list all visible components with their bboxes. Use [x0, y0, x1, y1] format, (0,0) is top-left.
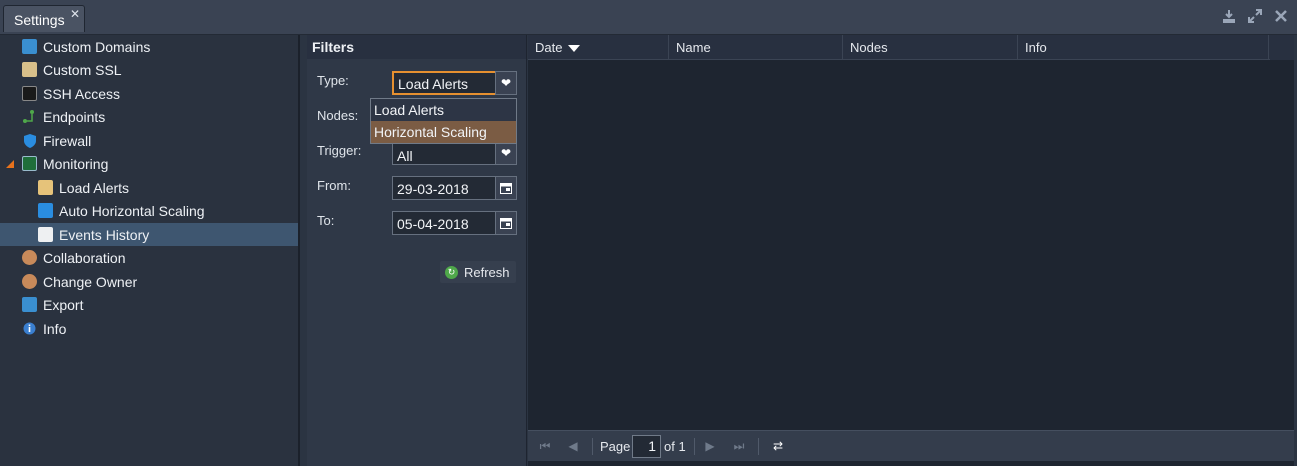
collapse-arrow-icon[interactable] [6, 160, 14, 168]
sidebar-item-change-owner[interactable]: Change Owner [0, 270, 298, 293]
chevron-down-icon[interactable]: ❤ [495, 141, 517, 165]
sidebar-item-label: Info [43, 320, 67, 337]
sidebar-item-label: Load Alerts [59, 179, 130, 196]
sidebar-item-monitoring[interactable]: Monitoring [0, 152, 298, 175]
type-dropdown-list: Load Alerts Horizontal Scaling [370, 98, 517, 144]
sidebar-item-label: Events History [59, 226, 150, 243]
filters-title: Filters [307, 35, 526, 59]
column-header-info[interactable]: Info [1018, 35, 1269, 60]
ssl-icon [22, 62, 37, 77]
column-header-nodes[interactable]: Nodes [843, 35, 1018, 60]
refresh-button[interactable]: ↻ Refresh [440, 261, 516, 283]
previous-page-icon[interactable]: ◀ [565, 438, 581, 454]
reload-icon[interactable]: ⇄ [770, 438, 786, 454]
endpoints-icon [22, 109, 37, 124]
settings-sidebar: Custom Domains Custom SSL SSH Access End… [0, 35, 300, 466]
dropdown-option-horizontal-scaling[interactable]: Horizontal Scaling [371, 121, 516, 143]
change-owner-icon [22, 274, 37, 289]
sidebar-item-label: Monitoring [43, 155, 109, 172]
info-icon [22, 321, 37, 336]
trigger-label: Trigger: [317, 143, 362, 158]
trigger-select[interactable]: All ❤ [392, 141, 517, 165]
scaling-icon [38, 203, 53, 218]
sidebar-item-custom-ssl[interactable]: Custom SSL [0, 58, 298, 81]
expand-icon[interactable] [1247, 9, 1263, 25]
page-label: Page [600, 439, 631, 454]
users-icon [22, 250, 37, 265]
document-icon [38, 227, 53, 242]
column-header-date[interactable]: Date [528, 35, 669, 60]
sidebar-item-label: Export [43, 296, 84, 313]
sidebar-item-label: Collaboration [43, 249, 126, 266]
sidebar-item-auto-horizontal-scaling[interactable]: Auto Horizontal Scaling [0, 199, 298, 222]
column-label: Nodes [850, 40, 888, 55]
sidebar-item-label: Auto Horizontal Scaling [59, 202, 205, 219]
sidebar-item-label: Change Owner [43, 273, 138, 290]
from-date-field[interactable]: 29-03-2018 [392, 176, 517, 200]
monitoring-icon [22, 156, 37, 171]
last-page-icon[interactable]: ⏭ [731, 438, 747, 454]
domains-icon [22, 39, 37, 54]
paging-toolbar: ⏮ ◀ Page 1 of 1 ▶ ⏭ ⇄ [528, 430, 1294, 461]
events-grid: Date Name Nodes Info ⏮ ◀ Page 1 of 1 ▶ ⏭… [528, 35, 1294, 466]
column-label: Date [535, 40, 563, 55]
sort-desc-icon [568, 45, 581, 53]
window-controls [1221, 9, 1289, 25]
grid-header: Date Name Nodes Info [528, 35, 1294, 60]
next-page-icon[interactable]: ▶ [702, 438, 718, 454]
from-label: From: [317, 178, 351, 193]
tab-settings[interactable]: Settings ✕ [3, 5, 85, 32]
sidebar-item-label: Endpoints [43, 108, 106, 125]
sidebar-item-ssh-access[interactable]: SSH Access [0, 82, 298, 105]
from-date-value: 29-03-2018 [397, 181, 469, 197]
calendar-icon[interactable] [495, 176, 517, 200]
to-label: To: [317, 213, 335, 228]
column-header-name[interactable]: Name [669, 35, 843, 60]
trigger-select-value: All [397, 148, 413, 164]
refresh-button-label: Refresh [464, 264, 510, 280]
type-select[interactable]: Load Alerts ❤ [392, 71, 517, 95]
dropdown-option-load-alerts[interactable]: Load Alerts [371, 99, 516, 121]
export-icon [22, 297, 37, 312]
terminal-icon [22, 86, 37, 101]
sidebar-item-export[interactable]: Export [0, 293, 298, 316]
title-bar: Settings ✕ [0, 0, 1297, 35]
column-label: Info [1025, 40, 1047, 55]
sidebar-item-label: Custom SSL [43, 61, 122, 78]
page-number-input[interactable]: 1 [632, 435, 661, 458]
chevron-down-icon[interactable]: ❤ [495, 71, 517, 95]
tab-close-icon[interactable]: ✕ [70, 7, 80, 21]
sidebar-item-label: Custom Domains [43, 38, 151, 55]
sidebar-item-endpoints[interactable]: Endpoints [0, 105, 298, 128]
sidebar-item-events-history[interactable]: Events History [0, 223, 298, 246]
type-select-value: Load Alerts [398, 76, 469, 92]
to-date-field[interactable]: 05-04-2018 [392, 211, 517, 235]
refresh-icon: ↻ [445, 265, 458, 279]
sidebar-item-firewall[interactable]: Firewall [0, 129, 298, 152]
pager-divider [592, 438, 593, 455]
column-label: Name [676, 40, 711, 55]
pager-divider [694, 438, 695, 455]
type-label: Type: [317, 73, 349, 88]
sidebar-item-load-alerts[interactable]: Load Alerts [0, 176, 298, 199]
to-date-value: 05-04-2018 [397, 216, 469, 232]
pager-divider [758, 438, 759, 455]
shield-icon [22, 133, 37, 148]
mail-alert-icon [38, 180, 53, 195]
page-count: of 1 [664, 439, 686, 454]
nodes-label: Nodes: [317, 108, 359, 123]
first-page-icon[interactable]: ⏮ [537, 438, 553, 454]
close-icon[interactable] [1273, 9, 1289, 25]
download-icon[interactable] [1221, 9, 1237, 25]
sidebar-item-label: Firewall [43, 132, 92, 149]
sidebar-item-custom-domains[interactable]: Custom Domains [0, 35, 298, 58]
tab-label: Settings [14, 12, 65, 28]
sidebar-item-label: SSH Access [43, 85, 121, 102]
header-scroll-spacer [1270, 35, 1294, 60]
sidebar-item-info[interactable]: Info [0, 317, 298, 340]
sidebar-item-collaboration[interactable]: Collaboration [0, 246, 298, 269]
calendar-icon[interactable] [495, 211, 517, 235]
